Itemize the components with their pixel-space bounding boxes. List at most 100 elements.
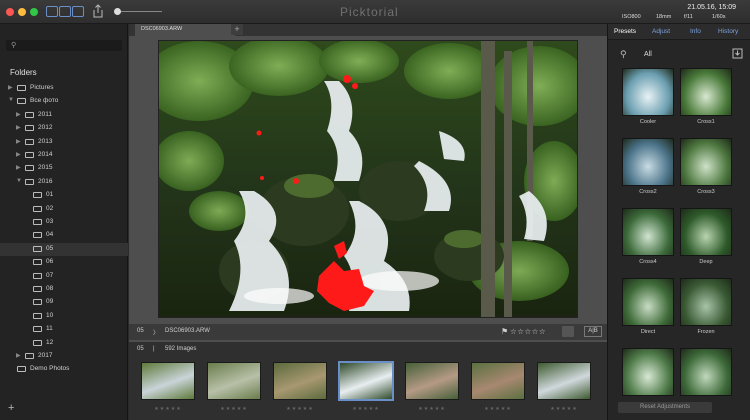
exif-datetime: 21.05.16, 15:09 [687,4,736,11]
filmstrip-thumbnail[interactable] [273,362,327,400]
disclosure-expanded-icon[interactable]: ▼ [8,97,14,103]
disclosure-collapsed-icon[interactable]: ▶ [16,124,21,131]
filmstrip-thumbnail[interactable] [338,361,394,401]
reset-adjustments-button[interactable]: Reset Adjustments [618,402,712,413]
delete-icon[interactable] [562,326,574,337]
folder-label: 08 [46,285,54,292]
folder-item[interactable]: 01 [0,189,128,202]
folder-label: 06 [46,258,54,266]
viewer-layout-icon[interactable] [59,6,71,17]
disclosure-collapsed-icon[interactable]: ▶ [16,164,21,171]
folder-icon [25,152,34,158]
preset-thumbnail[interactable] [680,138,732,186]
folder-item[interactable]: 06 [0,256,128,269]
thumbnail-rating[interactable]: ★★★★★ [207,406,261,412]
import-preset-icon[interactable] [732,48,743,59]
waterfall-image [159,41,577,317]
folder-item[interactable]: ▼ 2016 [0,176,128,189]
folder-icon [33,219,42,225]
preset-thumbnail[interactable] [680,278,732,326]
flag-icon[interactable]: ⚑ [501,327,508,336]
folder-icon [25,138,34,145]
folder-item[interactable]: 02 [0,203,128,216]
tab-adjust[interactable]: Adjust [652,28,670,35]
preset-thumbnail[interactable] [622,68,674,116]
compare-ab-button[interactable]: A|B [584,326,602,337]
sidebar-toggle-icon[interactable] [46,6,58,17]
zoom-slider[interactable] [118,11,162,12]
panel-toggle-icon[interactable] [72,6,84,17]
add-folder-button[interactable]: + [8,402,14,414]
preset-thumbnail[interactable] [622,348,674,396]
folder-item[interactable]: ▶ 2017 [0,350,128,363]
title-bar: Picktorial ISO800 18mm f/11 1/60s 21.05.… [0,0,750,24]
disclosure-collapsed-icon[interactable]: ▶ [8,84,13,91]
disclosure-collapsed-icon[interactable]: ▶ [16,151,21,158]
main-photo[interactable] [158,40,578,318]
filmstrip-thumbnail[interactable] [537,362,591,400]
filmstrip-thumbnail[interactable] [405,362,459,400]
preset-filter[interactable]: All [644,51,652,58]
thumbnail-rating[interactable]: ★★★★★ [339,406,393,412]
tab-history[interactable]: History [718,28,738,35]
folder-item[interactable]: ▶ 2013 [0,136,128,149]
tab-info[interactable]: Info [690,28,701,35]
filmstrip-thumbnail[interactable] [141,362,195,400]
preset-label: Frozen [697,329,715,335]
folder-item[interactable]: 03 [0,216,128,229]
tab-presets[interactable]: Presets [614,28,636,35]
tab-dsc06903[interactable]: DSC06903.ARW [135,24,235,36]
pin-icon[interactable]: ⚲ [620,49,627,60]
thumbnail-rating[interactable]: ★★★★★ [273,406,327,412]
folder-item[interactable]: ▼ Все фото [0,95,128,108]
preset-thumbnail[interactable] [622,138,674,186]
folder-item[interactable]: 08 [0,283,128,296]
thumbnail-rating[interactable]: ★★★★★ [405,406,459,412]
folder-icon [33,192,42,199]
folder-item[interactable]: 04 [0,229,128,242]
folder-icon [17,366,26,373]
folder-item[interactable]: 09 [0,296,128,309]
folder-item[interactable]: ▶ 2011 [0,109,128,122]
star-rating[interactable]: ☆☆☆☆☆ [510,327,546,336]
folder-item[interactable]: 11 [0,323,128,336]
folder-label: 2013 [38,137,53,145]
thumbnail-rating[interactable]: ★★★★★ [141,406,195,412]
thumbnail-rating[interactable]: ★★★★★ [537,406,591,412]
filmstrip: ★★★★★ ★★★★★ ★★★★★ ★★★★★ ★★★★★ ★★★★★ ★★★★★ [129,356,607,420]
disclosure-collapsed-icon[interactable]: ▶ [16,111,21,118]
preset-thumbnail[interactable] [622,208,674,256]
folder-item[interactable]: 05 [0,242,128,256]
folder-label: 07 [46,271,54,279]
preset-label: Cross1 [697,119,715,125]
filmstrip-thumbnail[interactable] [471,362,525,400]
folder-icon [25,353,34,359]
new-tab-button[interactable]: + [231,24,243,35]
preset-thumbnail[interactable] [680,348,732,396]
folder-item[interactable]: 10 [0,310,128,323]
folder-label: Demo Photos [30,365,70,373]
folder-item[interactable]: 07 [0,270,128,283]
folder-item[interactable]: Demo Photos [0,363,128,376]
minimize-window-button[interactable] [18,8,26,16]
preset-thumbnail[interactable] [622,278,674,326]
disclosure-expanded-icon[interactable]: ▼ [16,178,22,184]
close-window-button[interactable] [6,8,14,16]
folder-item[interactable]: ▶ 2012 [0,122,128,135]
folder-item[interactable]: 12 [0,337,128,350]
preset-thumbnail[interactable] [680,68,732,116]
maximize-window-button[interactable] [30,8,38,16]
folder-label: 12 [46,338,54,346]
share-icon[interactable] [92,4,104,18]
disclosure-collapsed-icon[interactable]: ▶ [16,138,21,145]
filmstrip-thumbnail[interactable] [207,362,261,400]
folder-item[interactable]: ▶ Pictures [0,82,128,95]
preset-thumbnail[interactable] [680,208,732,256]
search-input[interactable]: ⚲ [6,40,122,51]
disclosure-collapsed-icon[interactable]: ▶ [16,352,21,359]
preset-label: Deep [699,259,713,265]
zoom-slider-knob[interactable] [114,8,121,15]
folder-item[interactable]: ▶ 2014 [0,149,128,162]
thumbnail-rating[interactable]: ★★★★★ [471,406,525,412]
folder-item[interactable]: ▶ 2015 [0,162,128,175]
